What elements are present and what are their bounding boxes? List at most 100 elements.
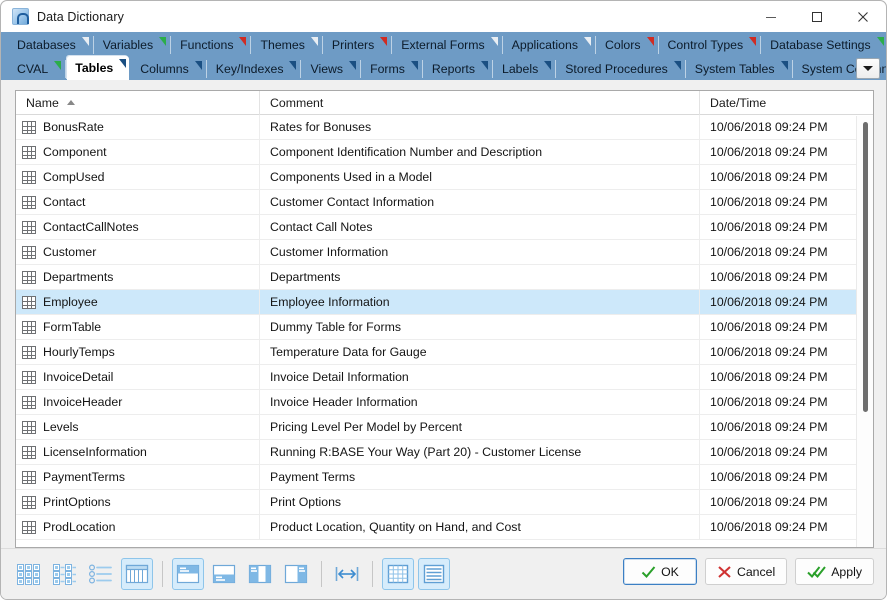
tab-databases[interactable]: Databases [9, 34, 94, 56]
cell-comment: Payment Terms [260, 464, 700, 490]
tab-applications[interactable]: Applications [504, 34, 596, 56]
close-button[interactable] [840, 1, 886, 32]
fit-width-icon[interactable] [331, 558, 363, 590]
table-name-label: LicenseInformation [43, 445, 147, 459]
cell-datetime: 10/06/2018 09:24 PM [710, 420, 828, 434]
table-row[interactable]: PaymentTerms Payment Terms 10/06/2018 09:2… [16, 464, 873, 490]
ok-button[interactable]: OK [622, 558, 697, 585]
tab-cval[interactable]: CVAL [9, 58, 67, 80]
tab-forms[interactable]: Forms [362, 58, 423, 80]
table-row[interactable]: InvoiceDetail Invoice Detail Information 1… [16, 364, 873, 390]
table-icon [22, 520, 36, 534]
column-header-comment[interactable]: Comment [260, 91, 700, 115]
small-icons-view-glyph [53, 564, 76, 585]
table-name-label: ContactCallNotes [43, 220, 139, 234]
cell-datetime: 10/06/2018 09:24 PM [710, 495, 828, 509]
tab-colors[interactable]: Colors [597, 34, 659, 56]
preview-top-icon[interactable] [208, 558, 240, 590]
preview-right-icon[interactable] [280, 558, 312, 590]
table-row[interactable]: FormTable Dummy Table for Forms 10/06/2018… [16, 314, 873, 340]
table-row[interactable]: PrintOptions Print Options 10/06/2018 09:2… [16, 489, 873, 515]
tab-label: Reports [431, 62, 475, 76]
window-controls [748, 1, 886, 32]
cancel-button[interactable]: Cancel [704, 558, 788, 585]
table-row[interactable]: Employee Employee Information 10/06/2018 0… [16, 289, 873, 315]
tab-divider [791, 60, 793, 78]
row-lines-icon[interactable] [418, 558, 450, 590]
tab-key-indexes[interactable]: Key/Indexes [208, 58, 302, 80]
large-icons-view-glyph [17, 564, 40, 585]
column-header-name[interactable]: Name [16, 91, 260, 115]
table-icon [22, 120, 36, 134]
double-check-icon [807, 565, 827, 578]
fit-width-glyph [335, 567, 359, 581]
table-row[interactable]: ContactCallNotes Contact Call Notes 10/06/… [16, 214, 873, 240]
table-name-label: ProdLocation [43, 520, 116, 534]
tab-tables[interactable]: Tables [67, 56, 130, 80]
scrollbar-thumb[interactable] [863, 122, 868, 412]
tab-divider [205, 60, 207, 78]
cell-name: Departments [16, 264, 260, 290]
grid-details-view-icon[interactable] [121, 558, 153, 590]
maximize-icon [812, 11, 822, 22]
table-row[interactable]: LicenseInformation Running R:BASE Your Wa… [16, 439, 873, 465]
cell-comment: Employee Information [260, 289, 700, 315]
tab-functions[interactable]: Functions [172, 34, 252, 56]
table-row[interactable]: InvoiceHeader Invoice Header Information 1… [16, 389, 873, 415]
close-icon [858, 11, 868, 22]
table-icon [22, 495, 36, 509]
bottom-bar: OK Cancel Apply [1, 548, 886, 599]
tab-themes[interactable]: Themes [252, 34, 323, 56]
large-icons-view-icon[interactable] [13, 558, 45, 590]
table-row[interactable]: BonusRate Rates for Bonuses 10/06/2018 09:… [16, 115, 873, 140]
cell-name: Employee [16, 289, 260, 315]
tab-reports[interactable]: Reports [424, 58, 493, 80]
tab-printers[interactable]: Printers [324, 34, 393, 56]
cell-datetime: 10/06/2018 09:24 PM [710, 345, 828, 359]
table-row[interactable]: Component Component Identification Number… [16, 139, 873, 165]
tab-external-forms[interactable]: External Forms [393, 34, 503, 56]
tab-views[interactable]: Views [302, 58, 362, 80]
toolbar-separator-2 [321, 561, 322, 587]
tab-corner-flag-icon [119, 59, 127, 68]
table-row[interactable]: CompUsed Components Used in a Model 10/06/… [16, 164, 873, 190]
cell-comment: Product Location, Quantity on Hand, and … [260, 514, 700, 540]
apply-button[interactable]: Apply [795, 558, 874, 585]
tab-database-settings[interactable]: Database Settings [762, 34, 886, 56]
table-icon [22, 145, 36, 159]
cell-comment: Temperature Data for Gauge [260, 339, 700, 365]
column-header-datetime[interactable]: Date/Time [700, 91, 858, 115]
preview-bottom-icon[interactable] [172, 558, 204, 590]
small-icons-view-icon[interactable] [49, 558, 81, 590]
tab-labels[interactable]: Labels [494, 58, 557, 80]
tab-divider [657, 36, 659, 54]
tab-corner-flag-icon [544, 61, 552, 70]
cell-name: HourlyTemps [16, 339, 260, 365]
window-title: Data Dictionary [37, 9, 124, 24]
table-row[interactable]: Departments Departments 10/06/2018 09:24 P… [16, 264, 873, 290]
maximize-button[interactable] [794, 1, 840, 32]
table-row[interactable]: HourlyTemps Temperature Data for Gauge 10/… [16, 339, 873, 365]
minimize-button[interactable] [748, 1, 794, 32]
tab-overflow-dropdown-button[interactable] [856, 58, 880, 79]
gridlines-icon[interactable] [382, 558, 414, 590]
tab-system-tables[interactable]: System Tables [687, 58, 793, 80]
tab-columns[interactable]: Columns [132, 58, 207, 80]
table-row[interactable]: Levels Pricing Level Per Model by Percent… [16, 414, 873, 440]
tab-divider [760, 36, 762, 54]
tab-stored-procedures[interactable]: Stored Procedures [557, 58, 686, 80]
table-icon [22, 395, 36, 409]
table-row[interactable]: ProdLocation Product Location, Quantity o… [16, 514, 873, 540]
tab-divider [65, 60, 67, 78]
table-row[interactable]: Contact Customer Contact Information 10/06… [16, 189, 873, 215]
table-row[interactable]: Customer Customer Information 10/06/2018 0… [16, 239, 873, 265]
preview-left-icon[interactable] [244, 558, 276, 590]
table-icon [22, 420, 36, 434]
list-view-icon[interactable] [85, 558, 117, 590]
vertical-scrollbar[interactable] [856, 116, 873, 547]
tab-control-types[interactable]: Control Types [660, 34, 762, 56]
tab-variables[interactable]: Variables [95, 34, 172, 56]
cell-name: PaymentTerms [16, 464, 260, 490]
table-name-label: PrintOptions [43, 495, 111, 509]
cell-datetime: 10/06/2018 09:24 PM [710, 220, 828, 234]
